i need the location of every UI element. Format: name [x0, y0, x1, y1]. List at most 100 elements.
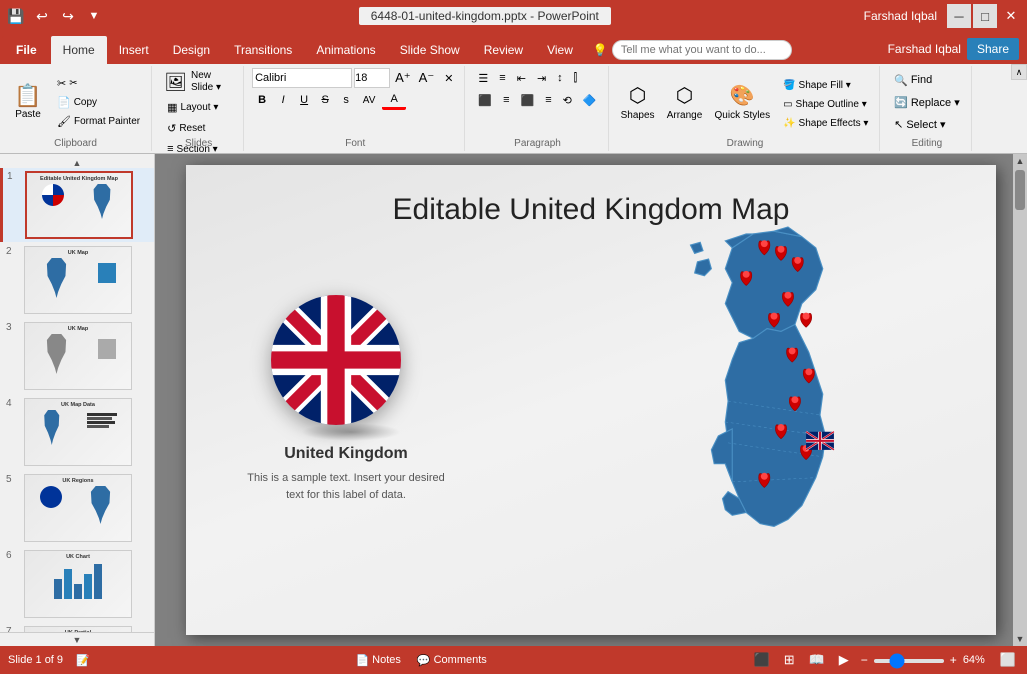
notes-icon: 📄 [355, 654, 369, 667]
font-label: Font [345, 136, 365, 149]
slide-thumb-6[interactable]: 6 UK Chart [0, 546, 154, 622]
zoom-slider[interactable] [874, 659, 944, 663]
slide-thumb-5[interactable]: 5 UK Regions [0, 470, 154, 546]
customize-qa-button[interactable]: ▼ [82, 4, 106, 28]
paste-button[interactable]: 📋 Paste [6, 74, 50, 130]
numbered-list-button[interactable]: ≡ [494, 68, 510, 88]
quick-styles-button[interactable]: 🎨 Quick Styles [711, 77, 775, 127]
align-right-button[interactable]: ⬛ [516, 90, 540, 110]
scroll-thumb[interactable] [1015, 170, 1025, 210]
bullet-list-button[interactable]: ☰ [473, 68, 493, 88]
columns-button[interactable]: ⫿ [569, 68, 583, 88]
layout-button[interactable]: ▦ Layout ▾ [162, 97, 223, 117]
canvas-scrollbar[interactable]: ▲ ▼ [1013, 154, 1027, 646]
slide-description: This is a sample text. Insert your desir… [246, 470, 446, 503]
zoom-in-button[interactable]: + [948, 653, 959, 667]
slide-canvas[interactable]: Editable United Kingdom Map [186, 165, 996, 635]
tab-view[interactable]: View [535, 36, 585, 64]
font-size-down-button[interactable]: A⁻ [416, 68, 438, 88]
tab-review[interactable]: Review [472, 36, 535, 64]
shape-effects-button[interactable]: ✨ Shape Effects ▾ [778, 114, 873, 132]
user-display: Farshad Iqbal [888, 42, 961, 56]
tab-home[interactable]: Home [51, 36, 107, 64]
shapes-button[interactable]: ⬡ Shapes [617, 77, 659, 127]
font-color-button[interactable]: A [382, 90, 406, 110]
share-button[interactable]: Share [967, 38, 1019, 60]
clear-format-button[interactable]: ✕ [439, 68, 458, 88]
ribbon-collapse-button[interactable]: ∧ [1011, 64, 1027, 80]
slideshow-button[interactable]: ▶ [835, 650, 853, 670]
redo-button[interactable]: ↪ [56, 4, 80, 28]
shape-outline-button[interactable]: ▭ Shape Outline ▾ [778, 95, 873, 113]
zoom-level: 64% [963, 654, 991, 666]
fit-window-button[interactable]: ⬜ [997, 652, 1019, 668]
scroll-down-arrow[interactable]: ▼ [1014, 632, 1027, 646]
add-note-button[interactable]: 📝 [73, 652, 93, 669]
user-name: Farshad Iqbal [864, 9, 937, 23]
char-spacing-button[interactable]: AV [357, 90, 381, 110]
zoom-slider-container[interactable] [874, 654, 944, 666]
find-button[interactable]: 🔍 Find [889, 70, 937, 90]
font-size-up-button[interactable]: A⁺ [392, 68, 414, 88]
align-center-button[interactable]: ≡ [498, 90, 514, 110]
slide-thumb-3[interactable]: 3 UK Map [0, 318, 154, 394]
replace-icon: 🔄 [894, 96, 908, 109]
shadow-button[interactable]: s [336, 90, 356, 110]
tab-design[interactable]: Design [161, 36, 222, 64]
italic-button[interactable]: I [273, 90, 293, 110]
increase-indent-button[interactable]: ⇥ [532, 68, 551, 88]
comments-icon: 💬 [417, 654, 431, 667]
zoom-out-button[interactable]: − [859, 653, 870, 667]
reset-button[interactable]: ↺ Reset [162, 118, 223, 138]
replace-button[interactable]: 🔄 Replace ▾ [889, 92, 965, 112]
underline-button[interactable]: U [294, 90, 314, 110]
smart-art-button[interactable]: 🔷 [578, 90, 602, 110]
shape-fill-button[interactable]: 🪣 Shape Fill ▾ [778, 76, 873, 94]
tab-insert[interactable]: Insert [107, 36, 161, 64]
justify-button[interactable]: ≡ [540, 90, 556, 110]
new-slide-icon: 🖼 [164, 72, 187, 93]
select-button[interactable]: ↖ Select ▾ [889, 114, 950, 134]
maximize-button[interactable]: □ [973, 4, 997, 28]
reading-view-button[interactable]: 📖 [805, 650, 829, 670]
tab-file[interactable]: File [2, 36, 51, 64]
strikethrough-button[interactable]: S [315, 90, 335, 110]
ribbon-search-input[interactable] [612, 40, 792, 60]
bold-button[interactable]: B [252, 90, 272, 110]
copy-button[interactable]: 📄 Copy [52, 93, 145, 111]
font-size-input[interactable] [354, 68, 390, 88]
tab-transitions[interactable]: Transitions [222, 36, 304, 64]
slide-panel-scroll-up[interactable]: ▲ [0, 158, 154, 168]
slide-thumb-4[interactable]: 4 UK Map Data [0, 394, 154, 470]
new-slide-button[interactable]: 🖼 NewSlide ▾ [160, 68, 225, 96]
editing-label: Editing [912, 136, 943, 149]
slide-thumb-1[interactable]: 1 Editable United Kingdom Map [0, 168, 154, 242]
text-direction-button[interactable]: ⟲ [558, 90, 577, 110]
slide-canvas-area: Editable United Kingdom Map [155, 154, 1027, 646]
arrange-button[interactable]: ⬡ Arrange [663, 77, 707, 127]
align-left-button[interactable]: ⬛ [473, 90, 497, 110]
decrease-indent-button[interactable]: ⇤ [512, 68, 531, 88]
flag-label: United Kingdom [246, 445, 446, 463]
slide-thumb-2[interactable]: 2 UK Map [0, 242, 154, 318]
slide-panel-scroll-down[interactable]: ▼ [0, 632, 154, 646]
font-name-input[interactable] [252, 68, 352, 88]
notes-button[interactable]: 📄 Notes [350, 652, 405, 669]
slide-panel: ▲ 1 Editable United Kingdom Map 2 UK Map [0, 154, 155, 646]
slide-sorter-button[interactable]: ⊞ [780, 650, 799, 670]
close-button[interactable]: ✕ [999, 4, 1023, 28]
minimize-button[interactable]: ─ [947, 4, 971, 28]
format-painter-button[interactable]: 🖌 Format Painter [52, 112, 145, 130]
save-button[interactable]: 💾 [4, 4, 28, 28]
paragraph-label: Paragraph [514, 136, 561, 149]
undo-button[interactable]: ↩ [30, 4, 54, 28]
tab-slideshow[interactable]: Slide Show [388, 36, 472, 64]
tab-animations[interactable]: Animations [304, 36, 387, 64]
cut-button[interactable]: ✂ ✂ [52, 74, 145, 92]
line-spacing-button[interactable]: ↕ [552, 68, 568, 88]
comments-button[interactable]: 💬 Comments [412, 652, 492, 669]
slides-label: Slides [185, 136, 212, 149]
scroll-up-arrow[interactable]: ▲ [1014, 154, 1027, 168]
select-icon: ↖ [894, 118, 903, 131]
normal-view-button[interactable]: ⬛ [750, 650, 774, 670]
